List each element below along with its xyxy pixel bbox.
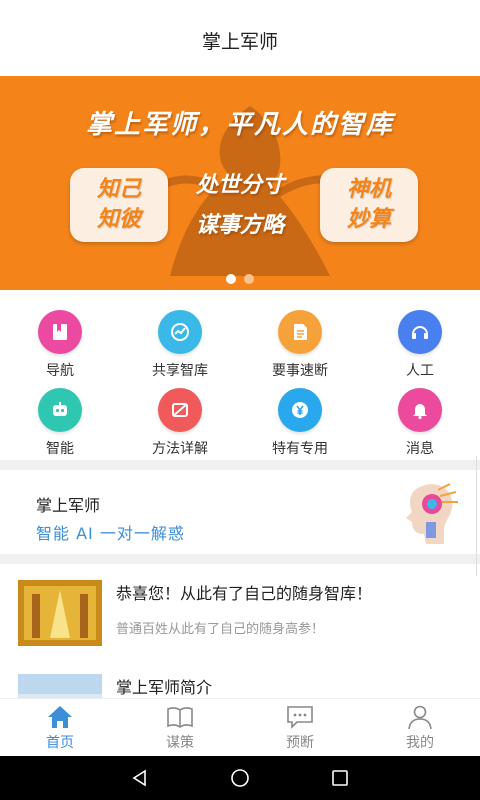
nav-item-profile[interactable]: 我的 — [360, 699, 480, 756]
article-thumbnail — [18, 580, 102, 646]
recents-button[interactable] — [325, 763, 355, 793]
banner-middle-text: 处世分寸 谋事方略 — [172, 166, 308, 246]
article-title: 恭喜您！从此有了自己的随身智库！ — [116, 584, 373, 603]
carousel-indicator — [0, 274, 480, 284]
ai-assistant-card[interactable]: 掌上军师 智能 AI 一对一解惑 — [0, 470, 480, 554]
home-icon — [48, 705, 72, 728]
grid-item-exclusive[interactable]: 特有专用 — [240, 388, 360, 466]
nav-label: 谋策 — [166, 734, 194, 751]
carousel-dot[interactable] — [244, 274, 254, 284]
article-thumbnail — [18, 674, 102, 698]
page-title: 掌上军师 — [201, 30, 278, 53]
nav-label: 首页 — [46, 734, 74, 751]
article-item[interactable]: 掌上军师简介 — [0, 668, 480, 698]
grid-item-human-service[interactable]: 人工 — [360, 310, 480, 388]
nav-label: 我的 — [406, 734, 434, 751]
home-button[interactable] — [225, 763, 255, 793]
article-title: 掌上军师简介 — [116, 678, 213, 697]
feature-grid: 导航 共享智库 要事速断 人工 智能 方法详解 特有专用 消息 — [0, 290, 480, 460]
grid-label: 消息 — [406, 441, 434, 457]
banner-card-right-line2: 妙算 — [346, 207, 391, 232]
bottom-navigation: 首页 谋策 预断 我的 — [0, 698, 480, 756]
banner-card-right: 神机 妙算 — [320, 168, 418, 242]
back-triangle-icon — [132, 769, 146, 787]
back-button[interactable] — [125, 763, 155, 793]
nav-item-strategy[interactable]: 谋策 — [120, 699, 240, 756]
chat-icon — [287, 705, 313, 729]
home-circle-icon — [231, 769, 249, 787]
book-icon — [167, 706, 193, 728]
carousel-dot-active[interactable] — [226, 274, 236, 284]
headset-icon — [398, 310, 442, 354]
article-body: 恭喜您！从此有了自己的随身智库！ 普通百姓从此有了自己的随身高参！ — [116, 580, 372, 652]
grid-label: 导航 — [46, 363, 74, 379]
app-screen: 掌上军师 掌上军师，平凡人的智库 知己 知彼 处世分寸 谋事方略 神机 妙算 导… — [0, 0, 480, 800]
ai-head-illustration — [406, 483, 458, 544]
bell-icon — [398, 388, 442, 432]
nav-item-forecast[interactable]: 预断 — [240, 699, 360, 756]
grid-item-shared-library[interactable]: 共享智库 — [120, 310, 240, 388]
banner-card-left: 知己 知彼 — [70, 168, 168, 242]
top-bar: 掌上军师 — [0, 0, 480, 76]
grid-label: 特有专用 — [272, 441, 328, 457]
grid-item-navigation[interactable]: 导航 — [0, 310, 120, 388]
user-icon — [408, 705, 432, 729]
grid-item-intelligent[interactable]: 智能 — [0, 388, 120, 466]
section-divider — [0, 554, 480, 564]
robot-icon — [38, 388, 82, 432]
banner-middle-line1: 处世分寸 — [195, 173, 284, 198]
article-item[interactable]: 恭喜您！从此有了自己的随身智库！ 普通百姓从此有了自己的随身高参！ — [0, 564, 480, 668]
nav-item-home[interactable]: 首页 — [0, 699, 120, 756]
no-image-icon — [158, 388, 202, 432]
grid-label: 方法详解 — [152, 441, 208, 457]
banner-middle-line2: 谋事方略 — [195, 213, 284, 238]
banner-slogan: 掌上军师，平凡人的智库 — [85, 110, 394, 140]
grid-label: 要事速断 — [272, 363, 328, 379]
grid-label: 共享智库 — [152, 363, 208, 379]
grid-label: 智能 — [46, 441, 74, 457]
document-icon — [278, 310, 322, 354]
grid-label: 人工 — [406, 363, 434, 379]
yen-icon — [278, 388, 322, 432]
banner-card-left-line1: 知己 — [96, 177, 141, 202]
article-body: 掌上军师简介 — [116, 674, 212, 698]
article-description: 普通百姓从此有了自己的随身高参！ — [116, 622, 325, 637]
banner-card-left-line2: 知彼 — [96, 207, 141, 232]
bookmark-icon — [38, 310, 82, 354]
chart-icon — [158, 310, 202, 354]
promo-banner[interactable]: 掌上军师，平凡人的智库 知己 知彼 处世分寸 谋事方略 神机 妙算 — [0, 76, 480, 290]
nav-label: 预断 — [286, 734, 314, 751]
scroll-indicator — [476, 456, 480, 576]
grid-item-messages[interactable]: 消息 — [360, 388, 480, 466]
system-navigation-bar — [0, 756, 480, 800]
recents-square-icon — [332, 770, 348, 786]
grid-item-quick-decision[interactable]: 要事速断 — [240, 310, 360, 388]
grid-item-method-detail[interactable]: 方法详解 — [120, 388, 240, 466]
banner-card-right-line1: 神机 — [346, 177, 391, 202]
